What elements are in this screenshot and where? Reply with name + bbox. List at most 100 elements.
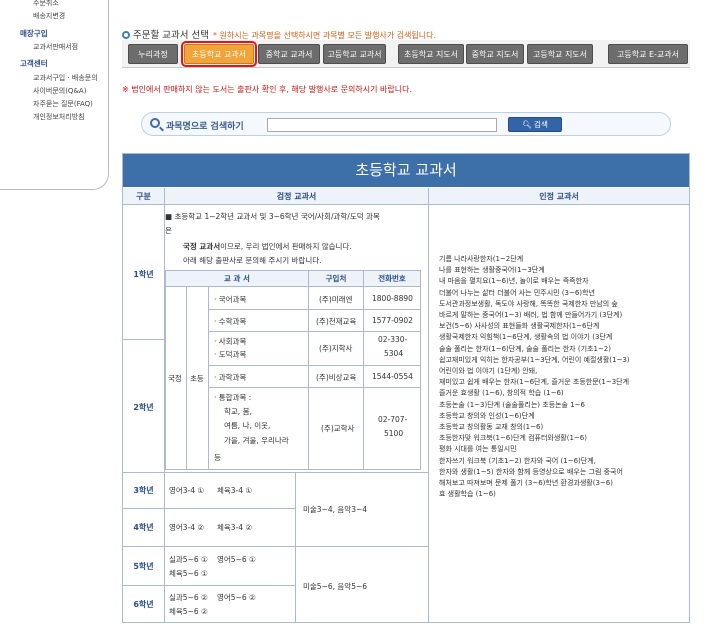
header-approved: 인정 교과서 — [429, 188, 689, 205]
divider — [208, 387, 420, 388]
phone-social-2: 5304 — [384, 349, 404, 358]
grade-4-label: 4학년 — [133, 523, 154, 532]
grade6-practical: 실과5~6 ② — [169, 593, 208, 602]
integrated-sub-4: 등 — [214, 453, 221, 462]
tab-bar: 누리과정 초등학교 교과서 중학교 교과서 고등학교 교과서 초등학교 지도서 … — [122, 40, 690, 68]
divider — [208, 309, 420, 310]
phone-math: 1577-0902 — [372, 316, 413, 325]
selector-title: 주문할 교과서 선택 * 원하시는 과목명을 선택하시면 과목별 모든 발행사가 … — [122, 27, 436, 41]
approved-textbook-item: 초등한자맞 워크북(1~6)단계 컴퓨터와생활(1~6) — [439, 434, 587, 443]
integrated-sub-1: 학교, 봄, — [224, 407, 252, 416]
level-label: 초등 — [190, 374, 204, 383]
publisher-korean: (주)미래엔 — [319, 295, 353, 304]
search-button-label: 검색 — [534, 120, 548, 129]
grade-6-label: 6학년 — [133, 600, 154, 609]
tab-high-e-textbook[interactable]: 고등학교 E-교과서 — [608, 44, 688, 64]
search-input[interactable] — [267, 118, 497, 132]
textbook-table: 초등학교 교과서 구분 검정 교과서 인정 교과서 1학년 2학년 3학년 4학… — [122, 153, 690, 623]
grade-2-label: 2학년 — [133, 403, 154, 412]
search-icon — [150, 118, 160, 128]
divider — [208, 287, 209, 469]
divider — [123, 546, 428, 547]
tab-elementary-textbook[interactable]: 초등학교 교과서 — [181, 41, 257, 67]
approved-textbook-item: 평화 시대를 여는 통일시민 — [439, 445, 517, 454]
circle-bullet-icon — [122, 31, 130, 39]
header-grade: 구분 — [123, 188, 164, 205]
grade5-practical: 실과5~6 ① — [169, 555, 208, 564]
grade3-pe: 체육3-4 ① — [217, 486, 253, 495]
grade5-pe: 체육5~6 ① — [169, 569, 208, 578]
approved-textbook-item: 더불어 나누는 삶터 더불어 사는 민주시민 (3~6)학년 — [439, 288, 595, 297]
approved-textbook-item: 한자와 생활(1~5) 한자와 함께 등영상으로 배우는 그림 중국어 — [439, 467, 623, 476]
note-bold: 국정 교과서 — [183, 242, 221, 251]
approved-textbook-item: 생활국제한자 익힘책(1~6단계, 생활속의 법 이야기 (3단계 — [439, 333, 613, 342]
grade4-pe: 체육3-4 ② — [217, 523, 253, 532]
divider — [123, 585, 295, 586]
search-bar: 과목명으로 검색하기 🔍︎ 검색 — [141, 112, 671, 136]
tab-middle-textbook[interactable]: 중학교 교과서 — [258, 44, 320, 64]
subject-math: · 수학과목 — [214, 317, 247, 326]
publisher-social: (주)지학사 — [319, 344, 353, 353]
note-line-2: 은 — [165, 226, 172, 235]
divider — [208, 365, 420, 366]
search-button-icon: 🔍︎ — [522, 120, 535, 129]
sidebar-item-faq[interactable]: 자주묻는 질문(FAQ) — [33, 99, 93, 109]
grade6-pe: 체육5~6 ② — [169, 607, 208, 616]
subject-korean: · 국어과목 — [214, 295, 247, 304]
sidebar-item-delivery-inquiry[interactable]: 교과서구입 · 배송문의 — [33, 73, 98, 83]
grade-3-label: 3학년 — [133, 486, 154, 495]
approved-textbook-item: 효 생활학습 (1~6) — [439, 490, 496, 499]
tab-high-guide[interactable]: 고등학교 지도서 — [527, 44, 593, 64]
publisher-science: (주)비상교육 — [316, 373, 357, 382]
inner-header-publisher: 구입처 — [309, 271, 363, 287]
approved-textbook-item: 기름 나라사랑한자(1~2단계 — [439, 255, 524, 263]
page: 주문취소 배송지변경 매장구입 교과서판매서점 고객센터 교과서구입 · 배송문… — [0, 0, 720, 644]
table-title: 초등학교 교과서 — [123, 154, 689, 187]
selector-notice: * 원하시는 과목명을 선택하시면 과목별 모든 발행사가 검색됩니다. — [212, 31, 437, 40]
type-label: 국정 — [168, 374, 182, 383]
divider — [123, 339, 164, 340]
approved-textbook-item: 재미있고 쉽게 배우는 한자(1~6단계, 즐거운 초등한문(1~3단계 — [439, 378, 630, 387]
approved-textbook-list: 기름 나라사랑한자(1~2단계나를 표현하는 생활중국어(1~3단계내 마음을 … — [439, 254, 687, 500]
publisher-integrated: (주)교학사 — [321, 424, 355, 433]
note-line-3: 국정 교과서이므로, 우리 법인에서 판매하지 않습니다. — [183, 241, 352, 252]
approved-textbook-item: 보건(5~6) 사사성의 표현들화 생활국제한자(1~6단계 — [439, 322, 600, 331]
tab-middle-guide[interactable]: 중학교 지도서 — [466, 44, 524, 64]
note-rest: 이므로, 우리 법인에서 판매하지 않습니다. — [220, 242, 352, 251]
phone-integrated-2: 5100 — [384, 429, 404, 438]
approved-textbook-item: 내 마음을 펼치요(1~6)년, 놀이로 배우는 즉즉한자 — [439, 277, 589, 286]
sidebar-item-cancel-order[interactable]: 주문취소 — [33, 0, 59, 8]
approved-textbook-item: 어린이와 법 이야기 (1단계) 안돼, — [439, 367, 538, 376]
divider — [186, 287, 187, 469]
sidebar-item-qna[interactable]: 사이버문의(Q&A) — [33, 86, 86, 96]
sidebar-section-customer-center: 고객센터 — [20, 59, 48, 68]
approved-textbook-item: 나를 표현하는 생활중국어(1~3단계 — [439, 266, 545, 275]
approved-textbook-item: 초등학교 창의와 인성(1~6)단계 — [439, 411, 535, 420]
sidebar-item-bookstores[interactable]: 교과서판매서점 — [33, 42, 78, 52]
approved-textbook-item: 즐거운 효생활 (1~6), 창의적 학습 (1~6) — [439, 389, 564, 398]
approved-textbook-item: 해처보고 따져보며 문제 풀기 (3~6)학년 환경과생활(3~6) — [439, 479, 613, 488]
national-textbook-table: 교 과 서 구입처 전화번호 국정 초등 · 국어과목 (주)미래엔 1800-… — [165, 270, 421, 470]
phone-science: 1544-0554 — [372, 372, 413, 381]
approved-textbook-item: 바르게 말하는 중국어(1~3) 배러, 법 함께 만들어가기 (3단계) — [439, 311, 623, 320]
grade3-english: 영어3-4 ① — [169, 486, 205, 495]
integrated-sub-2: 여름, 나, 이웃, — [224, 421, 271, 430]
tab-high-textbook[interactable]: 고등학교 교과서 — [323, 44, 386, 64]
tab-nuri[interactable]: 누리과정 — [128, 44, 178, 64]
sidebar-item-privacy[interactable]: 개인정보처리방침 — [33, 112, 85, 122]
approved-textbook-item: 술술 풀리는 한자(1~6)단계, 술술 풀리는 한자 (기초1~2) — [439, 344, 611, 353]
subject-integrated: · 통합과목 : — [214, 393, 252, 402]
note-line-1: ■ 초등학교 1~2학년 교과서 및 3~6학년 국어/사회/과학/도덕 과목 — [165, 212, 380, 221]
divider — [363, 271, 364, 469]
search-button[interactable]: 🔍︎ 검색 — [508, 117, 562, 132]
warning-notice: ※ 법인에서 판매하지 않는 도서는 출판사 확인 후, 해당 발행사로 문의하… — [122, 85, 412, 94]
inner-header-textbook: 교 과 서 — [166, 271, 308, 287]
grade-5-label: 5학년 — [133, 562, 154, 571]
subject-science: · 과학과목 — [214, 373, 247, 382]
tab-elementary-guide[interactable]: 초등학교 지도서 — [398, 44, 464, 64]
subject-social: · 사회과목 — [214, 337, 247, 346]
grade4-english: 영어3-4 ② — [169, 523, 205, 532]
sidebar-section-store: 매장구입 — [20, 29, 48, 38]
subject-ethics: · 도덕과목 — [214, 350, 247, 359]
sidebar-item-change-address[interactable]: 배송지변경 — [33, 11, 65, 21]
